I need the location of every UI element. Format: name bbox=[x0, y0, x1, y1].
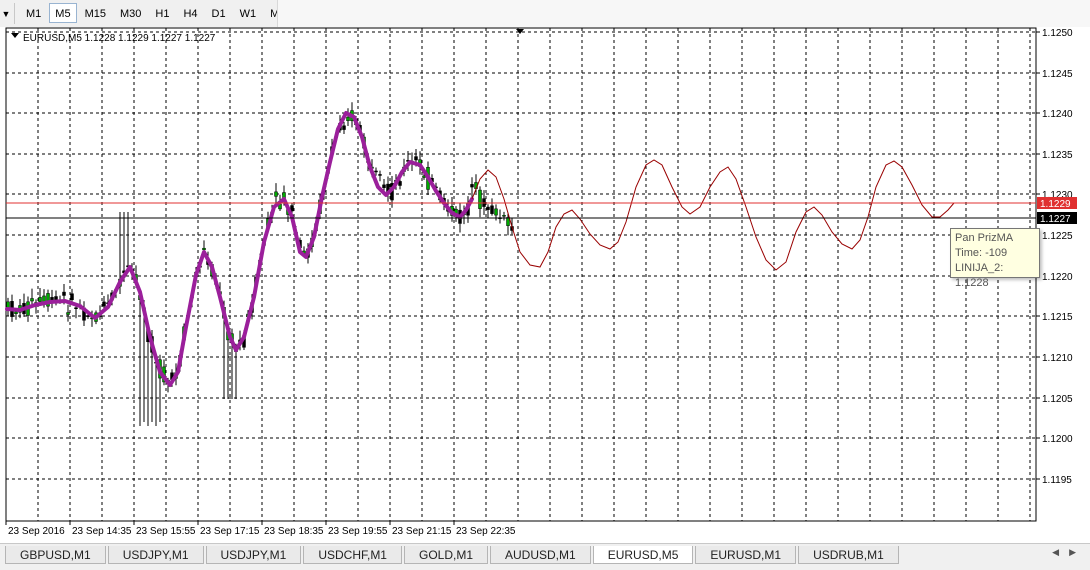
chart-header: EURUSD,M5 1.1228 1.1229 1.1227 1.1227 bbox=[23, 33, 216, 44]
price-tick-label: 1.1210 bbox=[1042, 353, 1073, 364]
toolbar-dropdown-icon[interactable]: ▼ bbox=[0, 0, 12, 27]
chart-tab[interactable]: USDJPY,M1 bbox=[205, 546, 302, 564]
bid-price-label: 1.1227 bbox=[1040, 214, 1071, 225]
candle-body bbox=[70, 293, 74, 301]
timeframe-group: M1 M5 M15 M30 H1 H4 D1 W1 MN bbox=[20, 3, 295, 23]
candle-body bbox=[478, 189, 482, 209]
price-tick-label: 1.1240 bbox=[1042, 109, 1073, 120]
tab-scroll-controls: ◀ ▶ bbox=[1042, 547, 1076, 558]
chart-tab[interactable]: GBPUSD,M1 bbox=[5, 546, 106, 564]
candle-body bbox=[414, 156, 418, 161]
candle-body bbox=[102, 301, 106, 307]
candle-body bbox=[66, 312, 70, 315]
time-tick-label: 23 Sep 15:55 bbox=[136, 526, 196, 537]
price-tick-label: 1.1235 bbox=[1042, 150, 1073, 161]
candle-body bbox=[30, 298, 34, 302]
ask-price-label: 1.1229 bbox=[1040, 199, 1071, 210]
candle-body bbox=[506, 217, 510, 226]
chart-tabs-bar: GBPUSD,M1 USDJPY,M1 USDJPY,M1 USDCHF,M1 … bbox=[0, 543, 1090, 570]
price-tick-label: 1.1195 bbox=[1042, 475, 1072, 486]
toolbar-divider bbox=[14, 3, 15, 24]
candle-body bbox=[470, 184, 474, 188]
candle-body bbox=[398, 181, 402, 186]
price-tick-label: 1.1220 bbox=[1042, 272, 1073, 283]
timeframe-button-h1[interactable]: H1 bbox=[149, 3, 175, 23]
time-tick-label: 23 Sep 22:35 bbox=[456, 526, 516, 537]
time-tick-label: 23 Sep 14:35 bbox=[72, 526, 132, 537]
candle-body bbox=[490, 205, 494, 214]
price-tick-label: 1.1205 bbox=[1042, 394, 1073, 405]
plot-area bbox=[5, 27, 1037, 522]
chart-tab-active[interactable]: EURUSD,M5 bbox=[592, 546, 694, 564]
price-tick-label: 1.1250 bbox=[1042, 28, 1073, 39]
candle-body bbox=[202, 247, 206, 251]
chart-tab[interactable]: USDRUB,M1 bbox=[798, 546, 899, 564]
chart-window[interactable]: EURUSD,M5 1.1228 1.1229 1.1227 1.1227 1.… bbox=[0, 27, 1090, 543]
candle-body bbox=[54, 296, 58, 301]
time-tick-label: 23 Sep 2016 bbox=[8, 526, 65, 537]
time-tick-label: 23 Sep 17:15 bbox=[200, 526, 260, 537]
timeframe-button-m15[interactable]: M15 bbox=[79, 3, 112, 23]
price-chart[interactable]: EURUSD,M5 1.1228 1.1229 1.1227 1.1227 1.… bbox=[0, 27, 1090, 543]
timeframe-button-m30[interactable]: M30 bbox=[114, 3, 147, 23]
time-tick-label: 23 Sep 18:35 bbox=[264, 526, 324, 537]
candle-body bbox=[494, 208, 498, 216]
chart-tab[interactable]: USDCHF,M1 bbox=[303, 546, 402, 564]
timeframe-button-m5[interactable]: M5 bbox=[49, 3, 77, 23]
timeframe-button-d1[interactable]: D1 bbox=[206, 3, 232, 23]
price-tick-label: 1.1245 bbox=[1042, 69, 1073, 80]
candle-body bbox=[346, 116, 350, 121]
time-tick-label: 23 Sep 21:15 bbox=[392, 526, 452, 537]
candle-body bbox=[274, 191, 278, 197]
price-tick-label: 1.1225 bbox=[1042, 231, 1073, 242]
candle-body bbox=[74, 307, 78, 310]
time-tick-label: 23 Sep 19:55 bbox=[328, 526, 388, 537]
timeframe-button-w1[interactable]: W1 bbox=[234, 3, 263, 23]
tooltip-value: LINIJA_2: 1.1228 bbox=[955, 262, 1004, 289]
candle-body bbox=[382, 184, 386, 188]
chart-tab[interactable]: GOLD,M1 bbox=[403, 546, 488, 564]
scroll-left-icon[interactable]: ◀ bbox=[1052, 547, 1059, 558]
toolbar-empty-area bbox=[277, 0, 1090, 27]
candle-body bbox=[14, 311, 18, 314]
candle-body bbox=[62, 291, 66, 296]
chart-tabs: GBPUSD,M1 USDJPY,M1 USDJPY,M1 USDCHF,M1 … bbox=[5, 546, 901, 564]
price-tick-label: 1.1200 bbox=[1042, 434, 1073, 445]
candle-body bbox=[374, 170, 378, 173]
candle-body bbox=[502, 215, 506, 217]
price-tick-label: 1.1215 bbox=[1042, 312, 1073, 323]
time-axis: 23 Sep 2016 23 Sep 14:35 23 Sep 15:55 23 Se… bbox=[5, 521, 516, 537]
indicator-tooltip: Pan PrizMA Time: -109 LINIJA_2: 1.1228 bbox=[950, 228, 1040, 289]
candle-body bbox=[38, 297, 42, 302]
timeframe-button-m1[interactable]: M1 bbox=[20, 3, 47, 23]
candle-body bbox=[378, 174, 382, 176]
timeframe-toolbar: ▼ M1 M5 M15 M30 H1 H4 D1 W1 MN bbox=[0, 0, 1090, 28]
chart-tab[interactable]: USDJPY,M1 bbox=[107, 546, 204, 564]
chart-tab[interactable]: AUDUSD,M1 bbox=[490, 546, 591, 564]
chart-tab[interactable]: EURUSD,M1 bbox=[695, 546, 797, 564]
tooltip-indicator-name: Pan PrizMA bbox=[955, 232, 1014, 244]
candle-body bbox=[486, 206, 490, 210]
timeframe-button-h4[interactable]: H4 bbox=[177, 3, 203, 23]
tooltip-time: Time: -109 bbox=[955, 247, 1008, 259]
candle-body bbox=[342, 125, 346, 130]
scroll-right-icon[interactable]: ▶ bbox=[1069, 547, 1076, 558]
price-axis: 1.12501.12451.12401.12351.12301.12251.12… bbox=[1036, 28, 1073, 486]
